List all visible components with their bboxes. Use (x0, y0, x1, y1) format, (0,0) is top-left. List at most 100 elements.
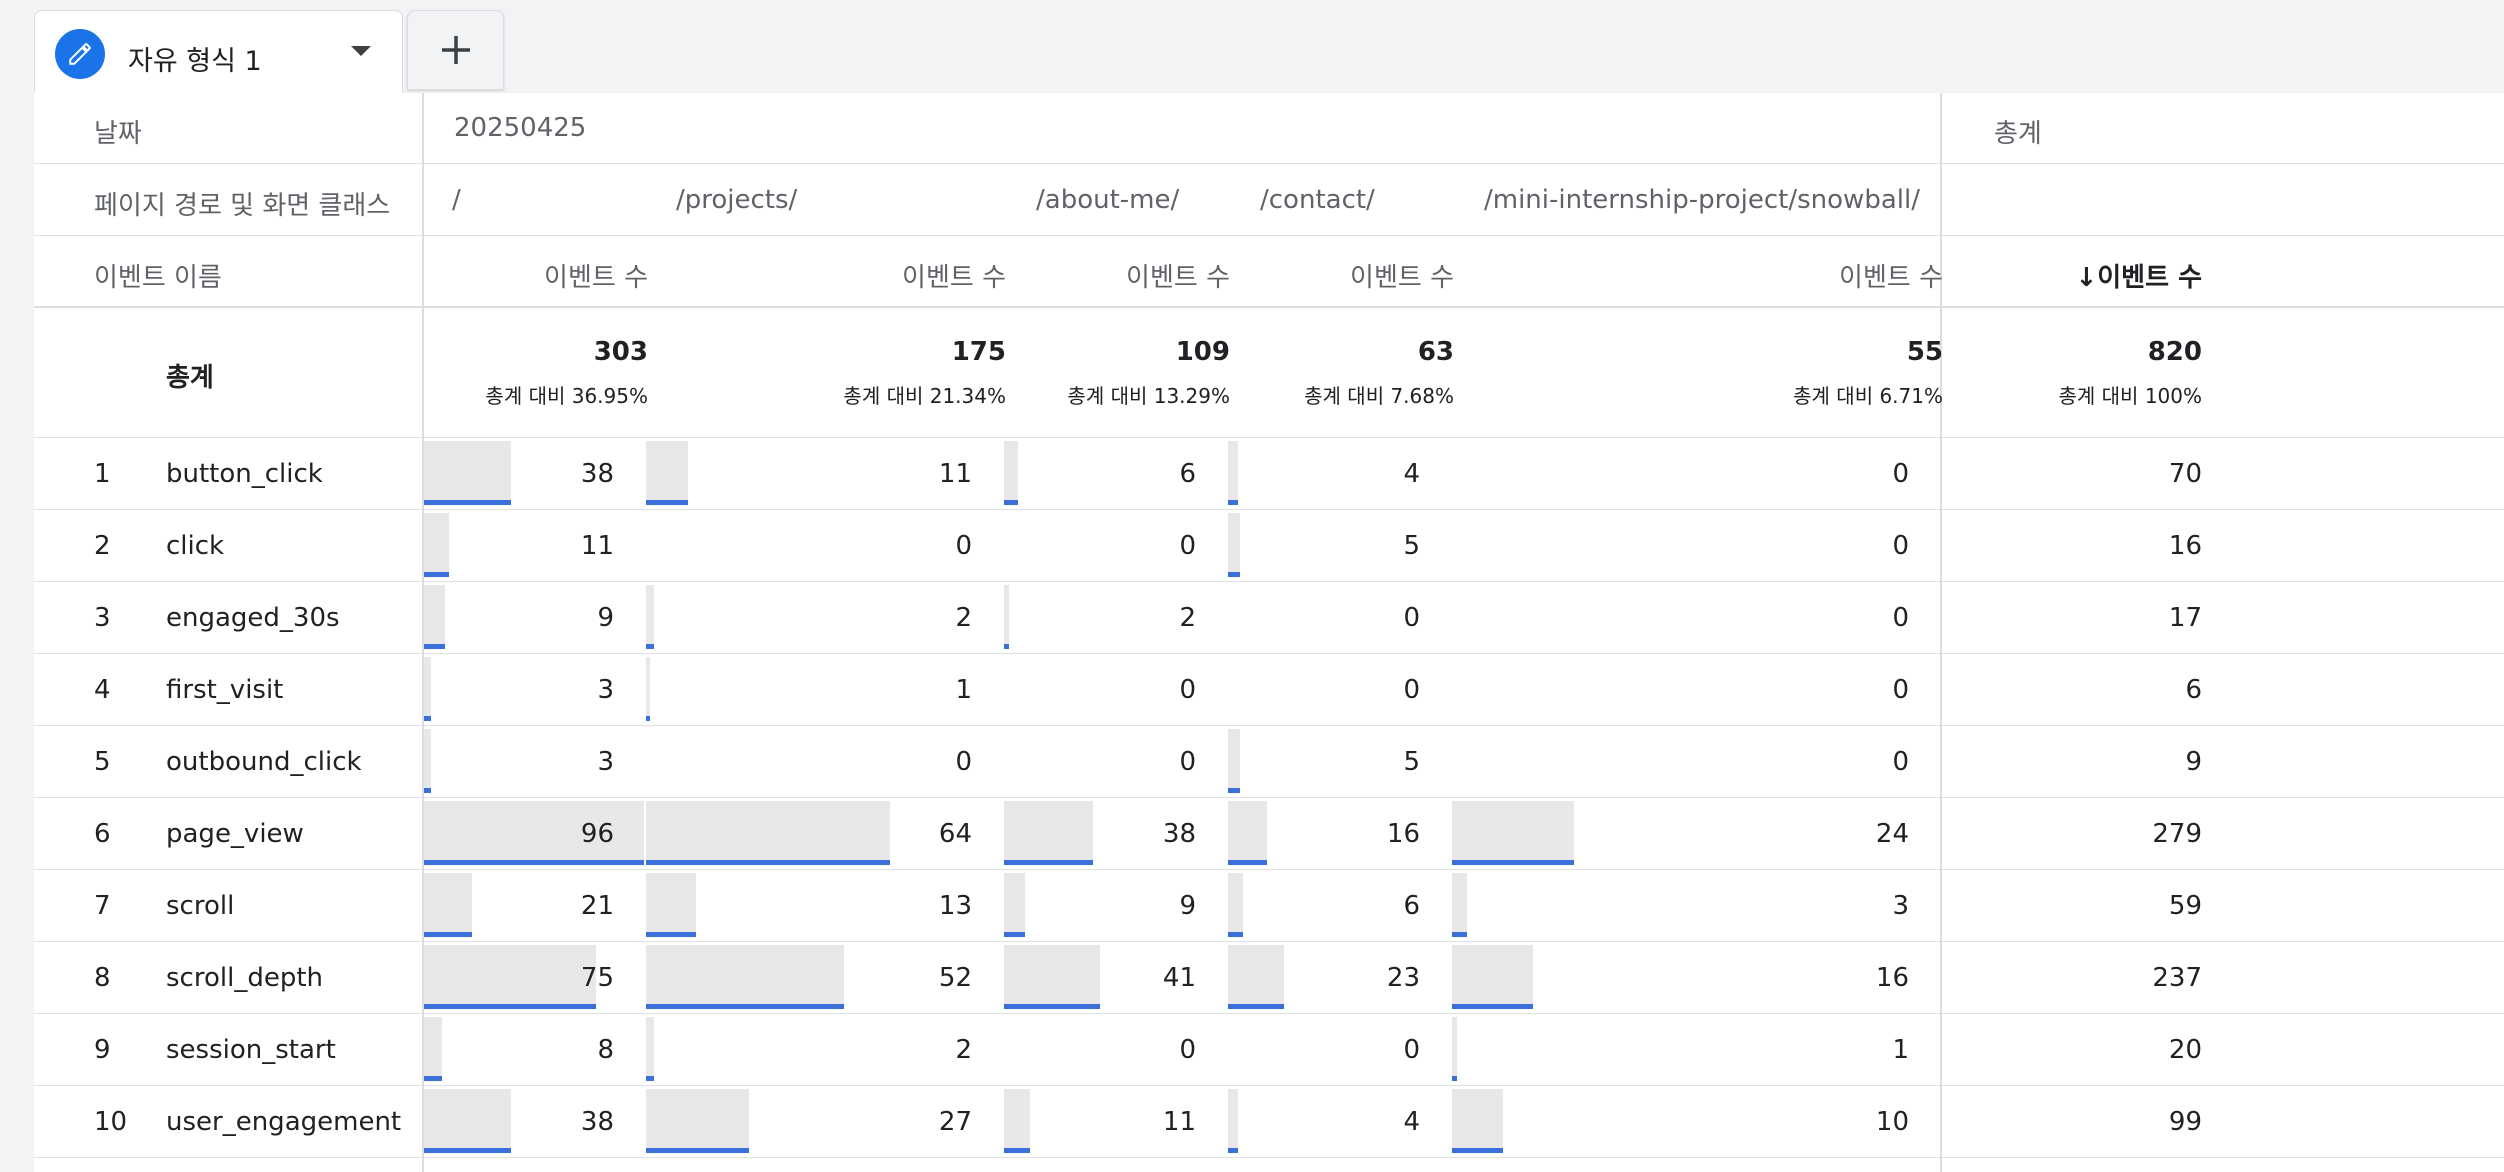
table-row[interactable]: 6 page_view 96 64 38 16 24 279 (34, 797, 2504, 869)
value-bar-accent (1228, 1004, 1284, 1009)
event-name[interactable]: click (166, 531, 224, 561)
event-count: 2 (955, 603, 972, 633)
total-value: 55 (1906, 337, 1943, 367)
event-count: 21 (580, 891, 614, 921)
value-bar (646, 801, 890, 865)
row-index: 3 (94, 603, 111, 633)
value-bar-accent (424, 500, 511, 505)
value-bar-accent (646, 644, 654, 649)
event-name[interactable]: engaged_30s (166, 603, 340, 633)
value-bar-accent (646, 1148, 749, 1153)
event-name[interactable]: button_click (166, 459, 323, 489)
value-bar-accent (1452, 860, 1574, 865)
row-total: 59 (2168, 891, 2202, 921)
pencil-icon[interactable] (55, 29, 105, 79)
event-name[interactable]: page_view (166, 819, 304, 849)
event-count: 0 (1179, 1035, 1196, 1065)
table-row[interactable]: 10 user_engagement 38 27 11 4 10 99 (34, 1085, 2504, 1157)
total-pct: 총계 대비 6.71% (1793, 384, 1943, 408)
row-total: 70 (2168, 459, 2202, 489)
event-count: 5 (1403, 747, 1420, 777)
value-bar (1228, 729, 1240, 793)
event-count: 11 (580, 531, 614, 561)
event-count: 13 (938, 891, 972, 921)
tab-label: 자유 형식 1 (128, 46, 262, 77)
date-value[interactable]: 20250425 (454, 113, 586, 143)
value-bar (646, 945, 844, 1009)
event-count: 23 (1386, 963, 1420, 993)
value-bar-accent (424, 1148, 511, 1153)
chevron-down-icon[interactable] (351, 46, 371, 56)
event-count: 11 (938, 459, 972, 489)
event-count: 16 (1875, 963, 1909, 993)
path-col-1[interactable]: / (452, 185, 461, 215)
value-bar (1228, 945, 1284, 1009)
add-tab-button[interactable] (407, 10, 504, 90)
event-count: 0 (1892, 531, 1909, 561)
value-bar (1452, 873, 1467, 937)
total-column-label: 총계 (1994, 119, 2042, 149)
table-row[interactable]: 3 engaged_30s 9 2 2 0 0 17 (34, 581, 2504, 653)
value-bar-accent (424, 1004, 596, 1009)
metric-col-1[interactable]: 이벤트 수 (544, 257, 648, 294)
tab-freeform-1[interactable]: 자유 형식 1 (34, 10, 403, 93)
value-bar (1228, 801, 1267, 865)
metric-col-5[interactable]: 이벤트 수 (1839, 257, 1943, 294)
value-bar-accent (1004, 932, 1025, 937)
event-name[interactable]: session_start (166, 1035, 336, 1065)
metric-col-2[interactable]: 이벤트 수 (902, 257, 1006, 294)
event-count: 0 (1403, 603, 1420, 633)
grand-total-value: 820 (2147, 337, 2202, 367)
value-bar-accent (646, 1004, 844, 1009)
value-bar (424, 441, 511, 505)
event-count: 3 (597, 747, 614, 777)
event-count: 5 (1403, 531, 1420, 561)
metric-col-3[interactable]: 이벤트 수 (1126, 257, 1230, 294)
event-count: 6 (1179, 459, 1196, 489)
value-bar (646, 1017, 654, 1081)
table-row[interactable]: 4 first_visit 3 1 0 0 0 6 (34, 653, 2504, 725)
total-pct: 총계 대비 21.34% (843, 384, 1006, 408)
value-bar-accent (424, 788, 431, 793)
value-bar (1004, 1089, 1030, 1153)
tab-bar: 자유 형식 1 (0, 0, 2504, 93)
value-bar (646, 873, 696, 937)
event-count: 3 (597, 675, 614, 705)
event-name[interactable]: outbound_click (166, 747, 362, 777)
table-row[interactable]: 2 click 11 0 0 5 0 16 (34, 509, 2504, 581)
value-bar (1452, 801, 1574, 865)
total-value: 109 (1175, 337, 1230, 367)
event-count: 38 (1162, 819, 1196, 849)
table-row[interactable]: 8 scroll_depth 75 52 41 23 16 237 (34, 941, 2504, 1013)
row-total: 16 (2168, 531, 2202, 561)
value-bar-accent (1228, 500, 1238, 505)
event-count: 38 (580, 459, 614, 489)
row-total: 17 (2168, 603, 2202, 633)
event-name[interactable]: first_visit (166, 675, 283, 705)
event-count: 0 (1403, 675, 1420, 705)
event-name[interactable]: scroll_depth (166, 963, 323, 993)
event-name[interactable]: user_engagement (166, 1107, 401, 1137)
event-count: 38 (580, 1107, 614, 1137)
path-col-4[interactable]: /contact/ (1260, 185, 1375, 215)
event-count: 9 (597, 603, 614, 633)
value-bar (1228, 1089, 1238, 1153)
value-bar (1452, 1017, 1457, 1081)
value-bar (424, 657, 431, 721)
value-bar-accent (646, 500, 688, 505)
event-name[interactable]: scroll (166, 891, 234, 921)
path-col-3[interactable]: /about-me/ (1036, 185, 1179, 215)
sorted-metric-col[interactable]: ↓이벤트 수 (2075, 257, 2202, 294)
value-bar (424, 945, 596, 1009)
value-bar-accent (424, 644, 445, 649)
table-row[interactable]: 7 scroll 21 13 9 6 3 59 (34, 869, 2504, 941)
metric-col-4[interactable]: 이벤트 수 (1350, 257, 1454, 294)
path-col-2[interactable]: /projects/ (676, 185, 797, 215)
event-count: 8 (597, 1035, 614, 1065)
total-pct: 총계 대비 36.95% (485, 384, 648, 408)
table-row[interactable]: 1 button_click 38 11 6 4 0 70 (34, 437, 2504, 509)
path-col-5[interactable]: /mini-internship-project/snowball/ (1484, 185, 1920, 215)
row-index: 6 (94, 819, 111, 849)
table-row[interactable]: 5 outbound_click 3 0 0 5 0 9 (34, 725, 2504, 797)
table-row[interactable]: 9 session_start 8 2 0 0 1 20 (34, 1013, 2504, 1085)
